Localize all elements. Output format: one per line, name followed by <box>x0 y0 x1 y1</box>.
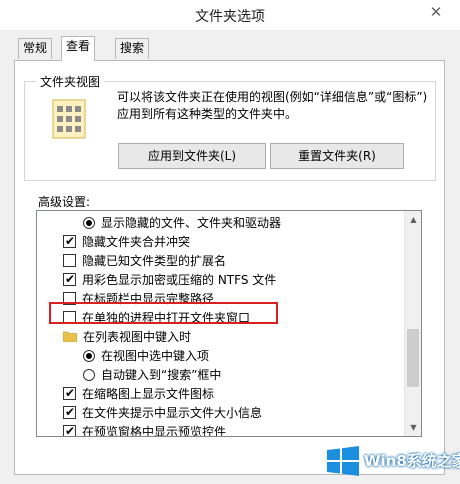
list-item-hide-extensions[interactable]: 隐藏已知文件类型的扩展名 <box>63 252 226 271</box>
radio-type-to-search[interactable] <box>83 369 95 381</box>
watermark-text: Win8系统之家 <box>364 452 460 470</box>
tab-view[interactable]: 查看 <box>61 36 96 61</box>
window-title: 文件夹选项 <box>195 9 265 25</box>
checkbox-color-ntfs[interactable]: ✔ <box>63 272 76 286</box>
list-item-type-to-search[interactable]: 自动键入到“搜索”框中 <box>83 366 221 385</box>
list-item-hide-merge-conflicts[interactable]: ✔ 隐藏文件夹合并冲突 <box>63 233 190 252</box>
list-item-label: 在列表视图中键入时 <box>83 330 192 344</box>
tab-search[interactable]: 搜索 <box>115 38 150 59</box>
scroll-up-icon[interactable]: ▲ <box>405 211 422 228</box>
highlight-box <box>49 302 278 324</box>
checkbox-preview-handlers[interactable]: ✔ <box>63 424 76 436</box>
checkbox-hide-extensions[interactable] <box>63 254 76 267</box>
list-item-label: 隐藏已知文件类型的扩展名 <box>82 254 227 268</box>
list-item-label: 在缩略图上显示文件图标 <box>82 387 215 401</box>
watermark: Win8系统之家 <box>326 442 460 478</box>
list-item-show-hidden[interactable]: 显示隐藏的文件、文件夹和驱动器 <box>83 214 281 233</box>
radio-show-hidden[interactable] <box>83 217 95 229</box>
list-item-label: 显示隐藏的文件、文件夹和驱动器 <box>101 216 282 230</box>
list-item-file-size-tips[interactable]: ✔ 在文件夹提示中显示文件大小信息 <box>63 404 262 423</box>
vertical-scrollbar[interactable]: ▲ ▼ <box>404 211 421 436</box>
list-item-thumbnail-icons[interactable]: ✔ 在缩略图上显示文件图标 <box>63 385 214 404</box>
list-item-color-ntfs[interactable]: ✔ 用彩色显示加密或压缩的 NTFS 文件 <box>63 271 276 290</box>
checkbox-file-size-tips[interactable]: ✔ <box>63 405 76 419</box>
scroll-thumb[interactable] <box>407 329 419 387</box>
list-item-label: 在视图中选中键入项 <box>101 349 210 363</box>
reset-folders-button[interactable]: 重置文件夹(R) <box>270 143 404 169</box>
scroll-down-icon[interactable]: ▼ <box>405 419 422 436</box>
folder-views-label: 文件夹视图 <box>36 73 105 90</box>
list-item-typing-in-list: 在列表视图中键入时 <box>62 328 192 347</box>
tab-general[interactable]: 常规 <box>18 38 53 59</box>
close-button[interactable]: ✕ <box>414 0 458 24</box>
list-item-label: 在文件夹提示中显示文件大小信息 <box>82 406 263 420</box>
list-item-select-typed[interactable]: 在视图中选中键入项 <box>83 347 209 366</box>
list-item-label: 自动键入到“搜索”框中 <box>101 368 222 382</box>
folder-view-icon <box>52 99 86 139</box>
close-icon: ✕ <box>429 3 443 21</box>
folder-views-description: 可以将该文件夹正在使用的视图(例如“详细信息”或“图标”)应用到所有这种类型的文… <box>117 90 428 121</box>
checkbox-thumbnail-icons[interactable]: ✔ <box>63 386 76 400</box>
list-item-label: 隐藏文件夹合并冲突 <box>82 235 191 249</box>
windows-logo-icon <box>327 446 359 476</box>
checkbox-hide-merge-conflicts[interactable]: ✔ <box>63 234 76 248</box>
folder-icon <box>62 331 78 343</box>
title-bar: 文件夹选项 ✕ <box>0 0 460 30</box>
list-item-label: 在预览窗格中显示预览控件 <box>82 425 227 437</box>
list-item-preview-handlers[interactable]: ✔ 在预览窗格中显示预览控件 <box>63 423 227 437</box>
list-item-label: 用彩色显示加密或压缩的 NTFS 文件 <box>82 273 277 287</box>
radio-select-typed[interactable] <box>83 350 95 362</box>
apply-to-folders-button[interactable]: 应用到文件夹(L) <box>118 143 266 169</box>
advanced-settings-label: 高级设置: <box>38 195 91 209</box>
